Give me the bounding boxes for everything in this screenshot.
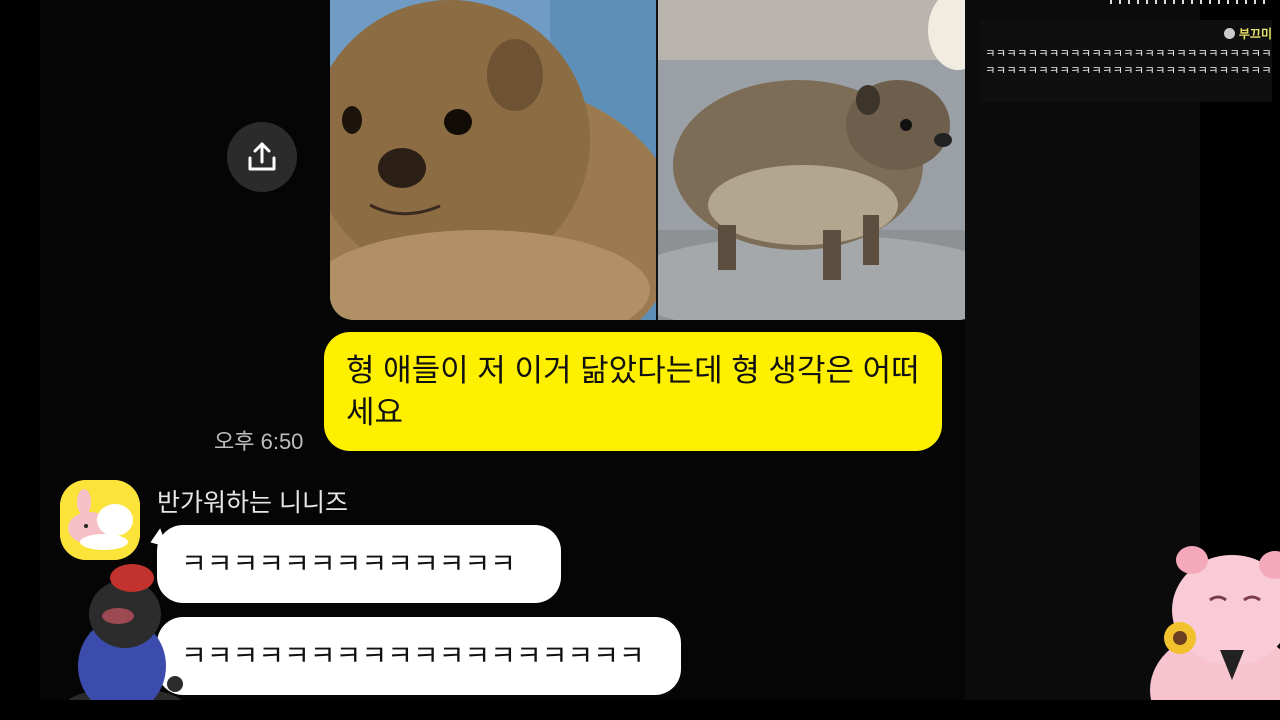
overlay-dots [1110, 0, 1270, 4]
share-button[interactable] [227, 122, 297, 192]
reply-text-2: ㅋㅋㅋㅋㅋㅋㅋㅋㅋㅋㅋㅋㅋㅋㅋㅋㅋㅋ [181, 640, 645, 671]
bottom-strip [0, 700, 1280, 720]
reply-bubble-2[interactable]: ㅋㅋㅋㅋㅋㅋㅋㅋㅋㅋㅋㅋㅋㅋㅋㅋㅋㅋ [157, 617, 681, 695]
my-message-text: 형 애들이 저 이거 닮았다는데 형 생각은 어떠세요 [346, 353, 920, 430]
niniz-character-icon [60, 480, 140, 560]
shared-photo[interactable] [330, 0, 965, 320]
streamer-avatar-right [1150, 546, 1280, 720]
rock-hyrax-closeup-image [330, 0, 656, 320]
sender-name: 반가워하는 니니즈 [157, 489, 348, 517]
message-time: 오후 6:50 [214, 429, 304, 454]
sender-avatar[interactable] [60, 480, 140, 560]
my-message-bubble[interactable]: 형 애들이 저 이거 닮았다는데 형 생각은 어떠세요 [324, 332, 942, 451]
reply-bubble-1[interactable]: ㅋㅋㅋㅋㅋㅋㅋㅋㅋㅋㅋㅋㅋ [157, 525, 561, 603]
streamer-avatar-left [65, 564, 185, 720]
share-upload-icon [248, 142, 276, 171]
user-badge-icon [1223, 28, 1235, 39]
rock-hyrax-standing-image [658, 0, 965, 320]
stream-chat-message: ㅋㅋㅋㅋㅋㅋㅋㅋㅋㅋㅋㅋㅋㅋㅋㅋㅋㅋㅋㅋㅋㅋㅋㅋㅋㅋㅋㅋㅋㅋㅋㅋㅋㅋㅋㅋㅋㅋㅋㅋ… [985, 48, 1272, 77]
reply-text-1: ㅋㅋㅋㅋㅋㅋㅋㅋㅋㅋㅋㅋㅋ [181, 548, 516, 579]
stream-chat-overlay: 부끄미 ㅋㅋㅋㅋㅋㅋㅋㅋㅋㅋㅋㅋㅋㅋㅋㅋㅋㅋㅋㅋㅋㅋㅋㅋㅋㅋㅋㅋㅋㅋㅋㅋㅋㅋㅋㅋ… [980, 20, 1272, 102]
stream-chat-username: 부끄미 [1223, 25, 1272, 42]
stream-chat-username-text: 부끄미 [1238, 27, 1272, 41]
